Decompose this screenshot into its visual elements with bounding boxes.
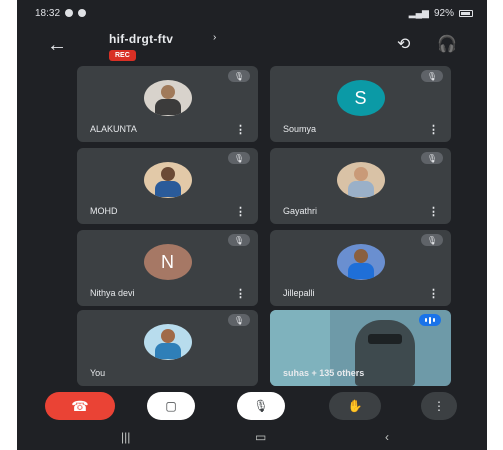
recording-badge: REC	[109, 50, 136, 61]
phone-screen: 18:32 ▂▄▆ 92% ← hif-drgt-ftv › REC ⟲ 🎧 🎙…	[17, 0, 487, 450]
avatar-head	[353, 249, 368, 263]
mic-toggle-button[interactable]: 🎙	[237, 392, 285, 420]
meeting-header: ← hif-drgt-ftv › REC ⟲ 🎧	[17, 26, 487, 66]
participant-name: Soumya	[283, 124, 317, 134]
battery-percent: 92%	[433, 7, 454, 19]
avatar	[336, 162, 385, 198]
avatar	[143, 162, 192, 198]
avatar-body	[347, 181, 374, 197]
recent-apps-icon[interactable]: |||	[121, 430, 130, 444]
call-controls: ☎ ▢ 🎙 ✋ ⋮	[17, 388, 487, 428]
back-arrow-icon[interactable]: ←	[47, 34, 67, 57]
participant-tile-soumya[interactable]: 🎙 S Soumya ⋮	[270, 66, 451, 142]
participant-name: ALAKUNTA	[90, 124, 137, 134]
raise-hand-icon: ✋	[347, 399, 363, 413]
more-vertical-icon: ⋮	[433, 399, 445, 413]
participant-name: Jillepalli	[283, 288, 315, 298]
mic-muted-icon: 🎙	[228, 234, 250, 246]
app-notification-icon	[78, 9, 87, 17]
phone-hangup-icon: ☎	[71, 397, 89, 414]
mic-muted-icon: 🎙	[228, 152, 250, 164]
video-person-glasses	[368, 334, 402, 344]
mic-muted-icon: 🎙	[228, 314, 250, 326]
avatar-initial: S	[336, 80, 385, 116]
avatar-body	[347, 263, 374, 279]
avatar-initial: N	[143, 244, 192, 280]
avatar-head	[353, 167, 368, 181]
raise-hand-button[interactable]: ✋	[329, 392, 381, 420]
more-options-icon[interactable]: ⋮	[235, 287, 246, 300]
participant-name: You	[90, 368, 106, 378]
mic-muted-icon: 🎙	[421, 152, 443, 164]
more-options-button[interactable]: ⋮	[421, 392, 457, 420]
more-options-icon[interactable]: ⋮	[428, 123, 439, 136]
signal-icon: ▂▄▆	[408, 7, 429, 18]
participant-tile-mohd[interactable]: 🎙 MOHD ⋮	[77, 148, 258, 224]
battery-icon	[459, 9, 473, 17]
notification-icon	[65, 9, 74, 17]
participant-tile-nithya[interactable]: 🎙 N Nithya devi ⋮	[77, 230, 258, 306]
status-time: 18:32	[35, 7, 61, 19]
participant-name: Nithya devi	[90, 288, 135, 298]
participant-tile-you[interactable]: 🎙 You	[77, 310, 258, 386]
participant-name: Gayathri	[283, 206, 318, 216]
more-options-icon[interactable]: ⋮	[428, 287, 439, 300]
more-options-icon[interactable]: ⋮	[235, 123, 246, 136]
others-label: suhas + 135 others	[283, 368, 365, 378]
participant-tile-alakunta[interactable]: 🎙 ALAKUNTA ⋮	[77, 66, 258, 142]
participant-tile-jillepalli[interactable]: 🎙 Jillepalli ⋮	[270, 230, 451, 306]
avatar-head	[160, 85, 175, 99]
home-icon[interactable]: ▭	[255, 430, 266, 444]
android-nav-bar: ||| ▭ ‹	[17, 428, 487, 450]
avatar	[143, 324, 192, 360]
status-bar: 18:32 ▂▄▆ 92%	[17, 0, 487, 26]
more-options-icon[interactable]: ⋮	[235, 205, 246, 218]
avatar-body	[154, 181, 181, 197]
back-nav-icon[interactable]: ‹	[385, 430, 389, 444]
mic-muted-icon: 🎙	[421, 234, 443, 246]
meeting-code[interactable]: hif-drgt-ftv	[109, 32, 173, 46]
end-call-button[interactable]: ☎	[45, 392, 115, 420]
switch-camera-icon[interactable]: ⟲	[397, 34, 410, 54]
mic-muted-icon: 🎙	[228, 70, 250, 82]
participant-name: MOHD	[90, 206, 118, 216]
avatar-head	[160, 167, 175, 181]
avatar-body	[154, 99, 181, 115]
mic-off-icon: 🎙	[253, 399, 269, 413]
avatar-body	[154, 343, 181, 359]
camera-toggle-button[interactable]: ▢	[147, 392, 195, 420]
avatar-head	[160, 329, 175, 343]
avatar	[143, 80, 192, 116]
chevron-right-icon[interactable]: ›	[213, 32, 216, 43]
mic-muted-icon: 🎙	[421, 70, 443, 82]
camera-off-icon: ▢	[165, 399, 177, 413]
audio-output-icon[interactable]: 🎧	[437, 34, 457, 54]
more-options-icon[interactable]: ⋮	[428, 205, 439, 218]
participant-tile-gayathri[interactable]: 🎙 Gayathri ⋮	[270, 148, 451, 224]
speaking-indicator-icon	[419, 314, 441, 326]
avatar	[336, 244, 385, 280]
video-tile-others[interactable]: suhas + 135 others	[270, 310, 451, 386]
